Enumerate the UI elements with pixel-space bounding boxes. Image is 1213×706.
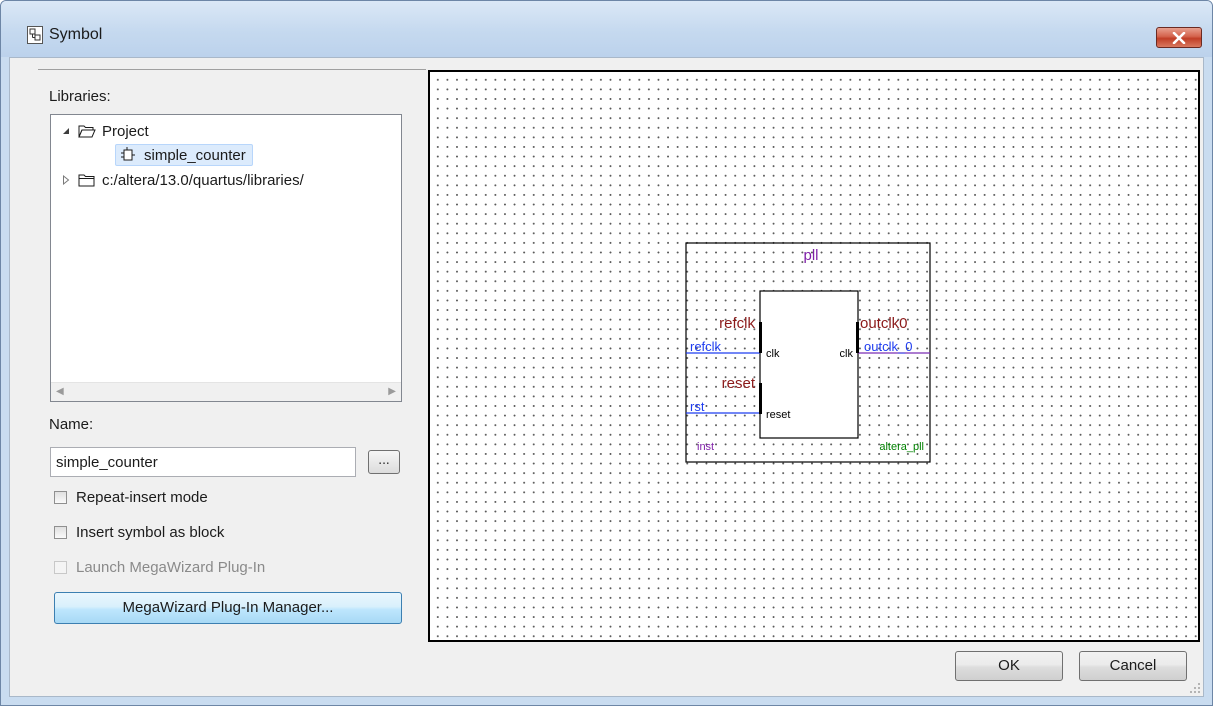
outclk-wire-label: outclk_0 [864, 339, 912, 354]
entity-name: altera_pll [879, 441, 924, 453]
scroll-right-icon[interactable]: ▶ [388, 386, 396, 397]
close-button[interactable] [1156, 27, 1202, 48]
symbol-dialog: Symbol Libraries: Project simple_counter… [0, 0, 1213, 706]
tree-item-label: simple_counter [144, 146, 246, 164]
libraries-tree[interactable]: Project simple_counter c:/altera/13.0/qu… [50, 114, 402, 402]
symbol-preview: pll refclk refclk clk reset rst reset ou… [428, 70, 1200, 642]
folder-open-icon [78, 125, 96, 138]
close-icon [1172, 31, 1186, 44]
symbol-app-icon [27, 26, 43, 44]
browse-button[interactable]: ... [368, 450, 400, 474]
scroll-left-icon[interactable]: ◀ [56, 386, 64, 397]
symbol-icon [121, 147, 135, 161]
repeat-insert-checkbox[interactable]: Repeat-insert mode [54, 486, 208, 508]
refclk-wire-label: refclk [690, 339, 722, 354]
outclk-pin-label: clk [840, 348, 854, 360]
symbol-diagram: pll refclk refclk clk reset rst reset ou… [685, 242, 931, 463]
rst-wire-label: rst [690, 399, 705, 414]
launch-megawizard-checkbox: Launch MegaWizard Plug-In [54, 556, 265, 578]
checkbox-label: Launch MegaWizard Plug-In [76, 558, 266, 576]
checkbox-box[interactable] [54, 490, 67, 504]
folder-icon [78, 174, 95, 187]
checkbox-label: Insert symbol as block [76, 523, 225, 541]
collapsed-arrow-icon [63, 175, 70, 185]
reset-pin-label: reset [766, 409, 790, 421]
tree-item-simple-counter[interactable]: simple_counter [115, 144, 253, 166]
expanded-arrow-icon [63, 128, 69, 134]
name-label: Name: [49, 416, 94, 433]
cancel-button[interactable]: Cancel [1079, 651, 1187, 681]
refclk-pin-label: clk [766, 348, 780, 360]
tree-item-label: c:/altera/13.0/quartus/libraries/ [102, 171, 304, 189]
instance-name: inst [697, 441, 714, 453]
outclk-pin [856, 322, 859, 353]
separator [38, 69, 426, 70]
refclk-pin [759, 322, 762, 353]
libraries-label: Libraries: [49, 88, 111, 105]
checkbox-box[interactable] [54, 525, 67, 539]
block-name: pll [803, 247, 818, 264]
reset-port-label: reset [722, 375, 756, 392]
tree-item-quartus-libraries[interactable]: c:/altera/13.0/quartus/libraries/ [61, 170, 304, 190]
window-title: Symbol [49, 26, 103, 43]
reset-pin [759, 383, 762, 414]
outclk0-port-label: outclk0 [860, 315, 908, 332]
tree-item-label: Project [102, 122, 149, 140]
ok-button[interactable]: OK [955, 651, 1063, 681]
horizontal-scrollbar[interactable]: ◀ ▶ [51, 382, 401, 401]
insert-as-block-checkbox[interactable]: Insert symbol as block [54, 521, 224, 543]
checkbox-label: Repeat-insert mode [76, 488, 208, 506]
resize-grip-icon[interactable] [1189, 682, 1201, 694]
title-bar: Symbol [1, 1, 1212, 57]
refclk-port-label: refclk [719, 315, 755, 332]
checkbox-box [54, 560, 67, 574]
tree-item-project[interactable]: Project [61, 121, 149, 141]
name-field[interactable]: simple_counter [50, 447, 356, 477]
megawizard-manager-button[interactable]: MegaWizard Plug-In Manager... [54, 592, 402, 624]
dialog-client-area: Libraries: Project simple_counter c:/alt… [9, 57, 1204, 697]
